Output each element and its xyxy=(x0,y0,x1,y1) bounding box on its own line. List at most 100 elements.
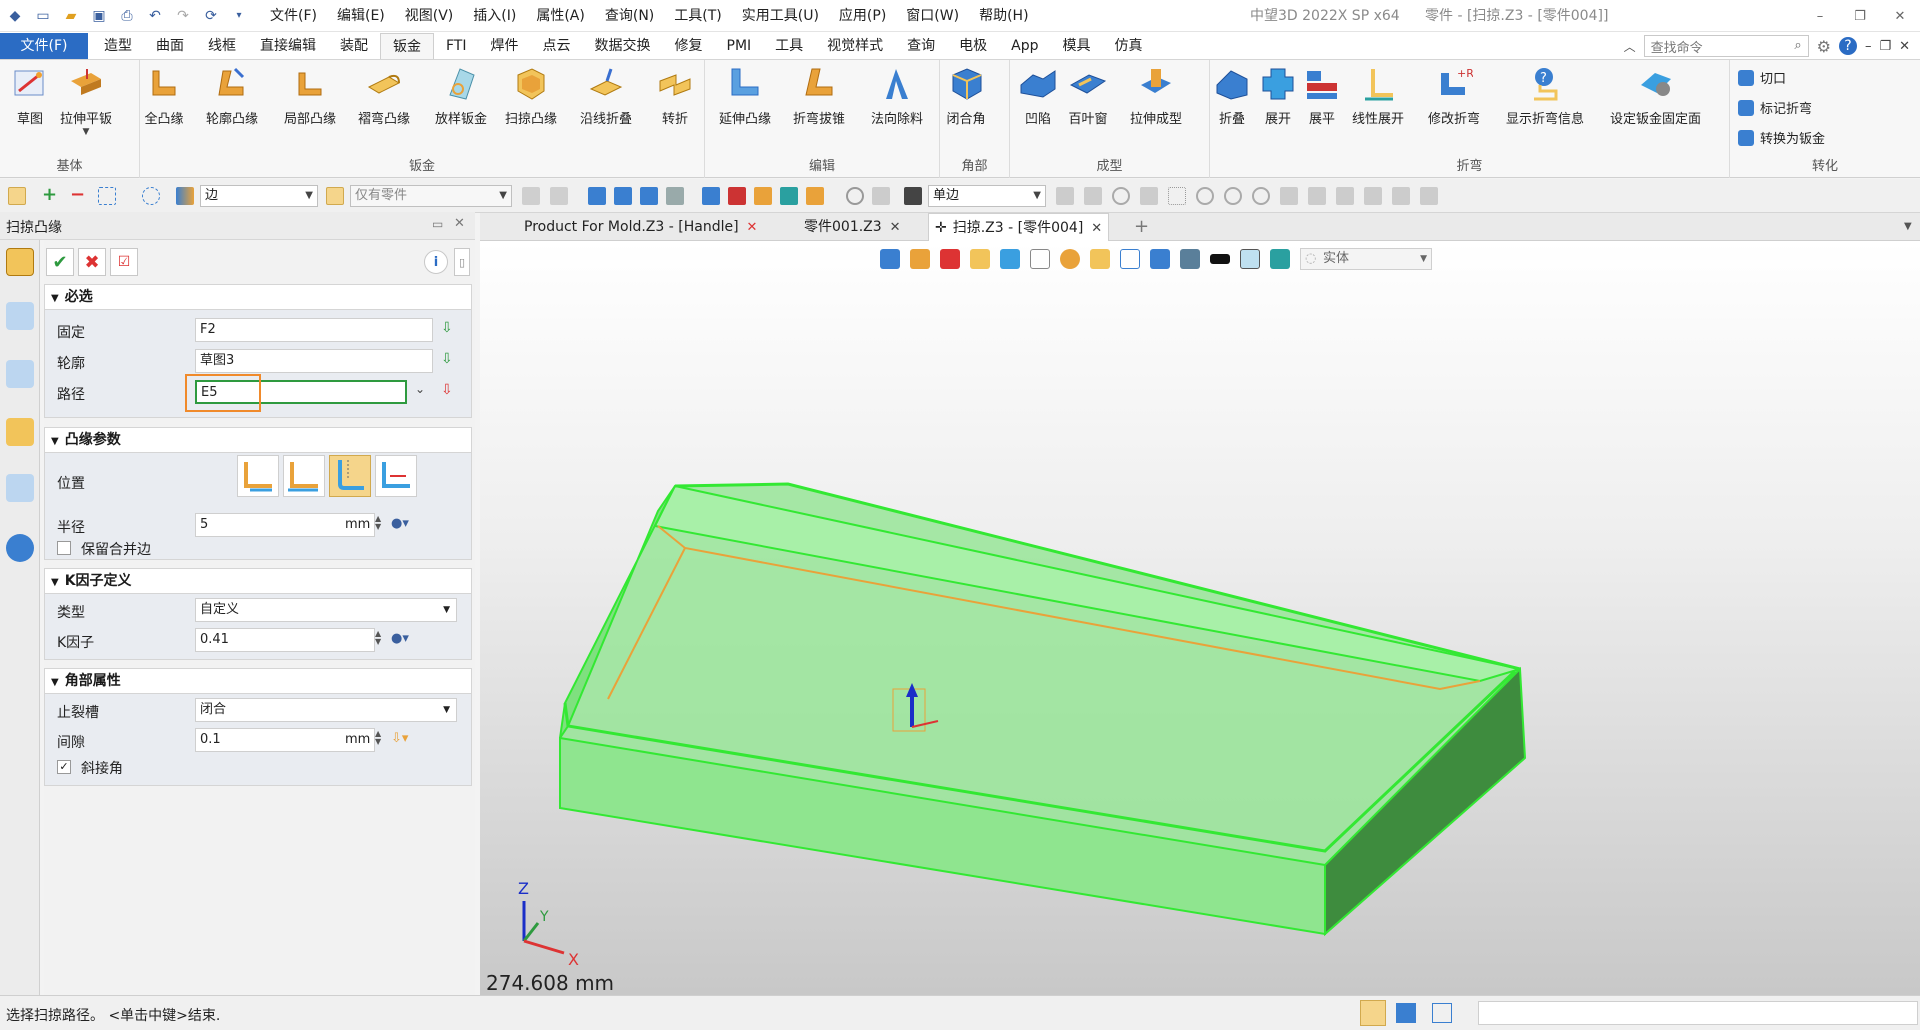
full-flange-button[interactable]: 全凸缘 xyxy=(144,64,184,127)
gap-spinner-icon[interactable]: ▲ ▼ xyxy=(375,730,381,746)
snap-icon[interactable] xyxy=(1308,187,1326,205)
save-icon[interactable]: ▣ xyxy=(88,5,110,27)
command-search-input[interactable]: 查找命令 ⌕ xyxy=(1643,35,1809,57)
snap-icon[interactable] xyxy=(1392,187,1410,205)
snap-icon[interactable] xyxy=(1420,187,1438,205)
toolbar-tool-icon[interactable] xyxy=(754,187,772,205)
tab-simulation[interactable]: 仿真 xyxy=(1103,33,1155,59)
fixed-field[interactable]: F2 xyxy=(195,318,433,342)
new-tab-icon[interactable]: + xyxy=(1128,213,1155,241)
cancel-button[interactable]: ✖ xyxy=(78,248,106,276)
pick-profile-icon[interactable]: ⇩ xyxy=(441,351,459,369)
add-icon[interactable]: + xyxy=(42,186,60,205)
pick-path-icon[interactable]: ⇩ xyxy=(441,382,459,400)
rebuild-icon[interactable]: ⟳ xyxy=(200,5,222,27)
toolbar-tool-icon[interactable] xyxy=(780,187,798,205)
snap-icon[interactable] xyxy=(1084,187,1102,205)
assembly-tree-icon[interactable] xyxy=(6,360,34,388)
close-icon[interactable]: ✕ xyxy=(890,220,901,235)
tab-list-icon[interactable]: ▼ xyxy=(1898,213,1918,241)
flatten-button[interactable]: 展平 xyxy=(1302,64,1342,127)
settings-icon[interactable]: ⚙ xyxy=(1817,37,1831,56)
close-icon[interactable]: ✕ xyxy=(747,220,758,235)
3d-viewport[interactable]: ◌ 实体 ▼ Z Y X 274.608 mm xyxy=(480,241,1920,995)
toolbar-tool-icon[interactable] xyxy=(872,187,890,205)
show-bend-info-button[interactable]: ? 显示折弯信息 xyxy=(1506,64,1584,127)
doc-tab-sweep[interactable]: ✛ 扫掠.Z3 - [零件004] ✕ xyxy=(928,213,1110,241)
collapse-ribbon-icon[interactable]: ︿ xyxy=(1624,38,1636,55)
app-logo-icon[interactable]: ◆ xyxy=(4,5,26,27)
filter-icon[interactable] xyxy=(176,187,194,205)
box-select-icon[interactable] xyxy=(98,187,116,205)
kfactor-field[interactable]: 0.41 xyxy=(195,628,375,652)
tab-electrode[interactable]: 电极 xyxy=(947,33,999,59)
tab-tools[interactable]: 工具 xyxy=(763,33,815,59)
section-flange-params[interactable]: ▼ 凸缘参数 xyxy=(44,427,472,453)
louver-button[interactable]: 百叶窗 xyxy=(1068,64,1108,127)
toolbar-tool-icon[interactable] xyxy=(728,187,746,205)
mark-bend-button[interactable]: 标记折弯 xyxy=(1738,98,1812,117)
help-doc-icon[interactable]: ▯ xyxy=(454,248,470,276)
convert-to-sheet-button[interactable]: 转换为钣金 xyxy=(1738,128,1825,147)
profile-field[interactable]: 草图3 xyxy=(195,349,433,373)
qat-more-icon[interactable]: ▾ xyxy=(228,5,250,27)
section-kfactor[interactable]: ▼ K因子定义 xyxy=(44,568,472,594)
tab-direct-edit[interactable]: 直接编辑 xyxy=(248,33,328,59)
fold-button[interactable]: 折叠 xyxy=(1212,64,1252,127)
toolbar-tool-icon[interactable] xyxy=(846,187,864,205)
toolbar-tool-icon[interactable] xyxy=(640,187,658,205)
remove-icon[interactable]: − xyxy=(70,186,88,205)
radius-options-icon[interactable]: ●▾ xyxy=(391,516,409,534)
scope-dropdown[interactable]: 仅有零件 ▼ xyxy=(350,185,512,207)
snap-icon[interactable] xyxy=(1336,187,1354,205)
snap-icon[interactable] xyxy=(1196,187,1214,205)
scope-icon[interactable] xyxy=(326,187,344,205)
snap-icon[interactable] xyxy=(1280,187,1298,205)
section-required[interactable]: ▼ 必选 xyxy=(44,284,472,310)
snap-icon[interactable] xyxy=(1252,187,1270,205)
apply-button[interactable]: ☑ xyxy=(110,248,138,276)
info-icon[interactable]: i xyxy=(424,250,448,274)
history-icon[interactable] xyxy=(6,302,34,330)
toolbar-tool-icon[interactable] xyxy=(550,187,568,205)
partial-flange-button[interactable]: 局部凸缘 xyxy=(284,64,336,127)
swept-flange-button[interactable]: 扫掠凸缘 xyxy=(505,64,557,127)
undo-icon[interactable]: ↶ xyxy=(144,5,166,27)
menu-apps[interactable]: 应用(P) xyxy=(829,0,896,32)
model-canvas[interactable]: Z Y X xyxy=(480,241,1920,995)
set-fixed-face-button[interactable]: 设定钣金固定面 xyxy=(1610,64,1701,127)
close-icon[interactable]: ✕ xyxy=(1880,0,1920,32)
snap-icon[interactable] xyxy=(1224,187,1242,205)
modify-bend-button[interactable]: +R 修改折弯 xyxy=(1428,64,1480,127)
toolbar-tool-icon[interactable] xyxy=(588,187,606,205)
doc-close-icon[interactable]: ✕ xyxy=(1899,39,1910,54)
lasso-select-icon[interactable] xyxy=(142,187,160,205)
type-dropdown[interactable]: 自定义 ▼ xyxy=(195,598,457,622)
image-icon[interactable] xyxy=(6,474,34,502)
doc-tab-part001[interactable]: 零件001.Z3 ✕ xyxy=(798,213,907,241)
tab-data-exchange[interactable]: 数据交换 xyxy=(583,33,663,59)
monitor-icon[interactable] xyxy=(1396,1003,1416,1023)
doc-minimize-icon[interactable]: – xyxy=(1865,39,1872,54)
position-material-inside-button[interactable] xyxy=(237,455,279,497)
miter-checkbox[interactable]: ✓ xyxy=(57,760,71,774)
normal-cut-button[interactable]: 法向除料 xyxy=(871,64,923,127)
kfactor-spinner-icon[interactable]: ▲ ▼ xyxy=(375,630,381,646)
menu-edit[interactable]: 编辑(E) xyxy=(327,0,395,32)
pick-fixed-icon[interactable]: ⇩ xyxy=(441,320,459,338)
redo-icon[interactable]: ↷ xyxy=(172,5,194,27)
fold-along-line-button[interactable]: 沿线折叠 xyxy=(580,64,632,127)
unfold-button[interactable]: 展开 xyxy=(1258,64,1298,127)
close-icon[interactable]: ✕ xyxy=(1091,221,1102,236)
menu-attribute[interactable]: 属性(A) xyxy=(526,0,595,32)
new-file-icon[interactable]: ▭ xyxy=(32,5,54,27)
minimize-icon[interactable]: – xyxy=(1800,0,1840,32)
rip-button[interactable]: 切口 xyxy=(1738,68,1786,87)
position-offset-button[interactable] xyxy=(375,455,417,497)
menu-query[interactable]: 查询(N) xyxy=(595,0,664,32)
feature-manager-icon[interactable] xyxy=(6,248,34,276)
radius-spinner-icon[interactable]: ▲ ▼ xyxy=(375,515,381,531)
doc-restore-icon[interactable]: ❐ xyxy=(1879,39,1891,54)
part-icon[interactable] xyxy=(6,418,34,446)
menu-view[interactable]: 视图(V) xyxy=(395,0,464,32)
